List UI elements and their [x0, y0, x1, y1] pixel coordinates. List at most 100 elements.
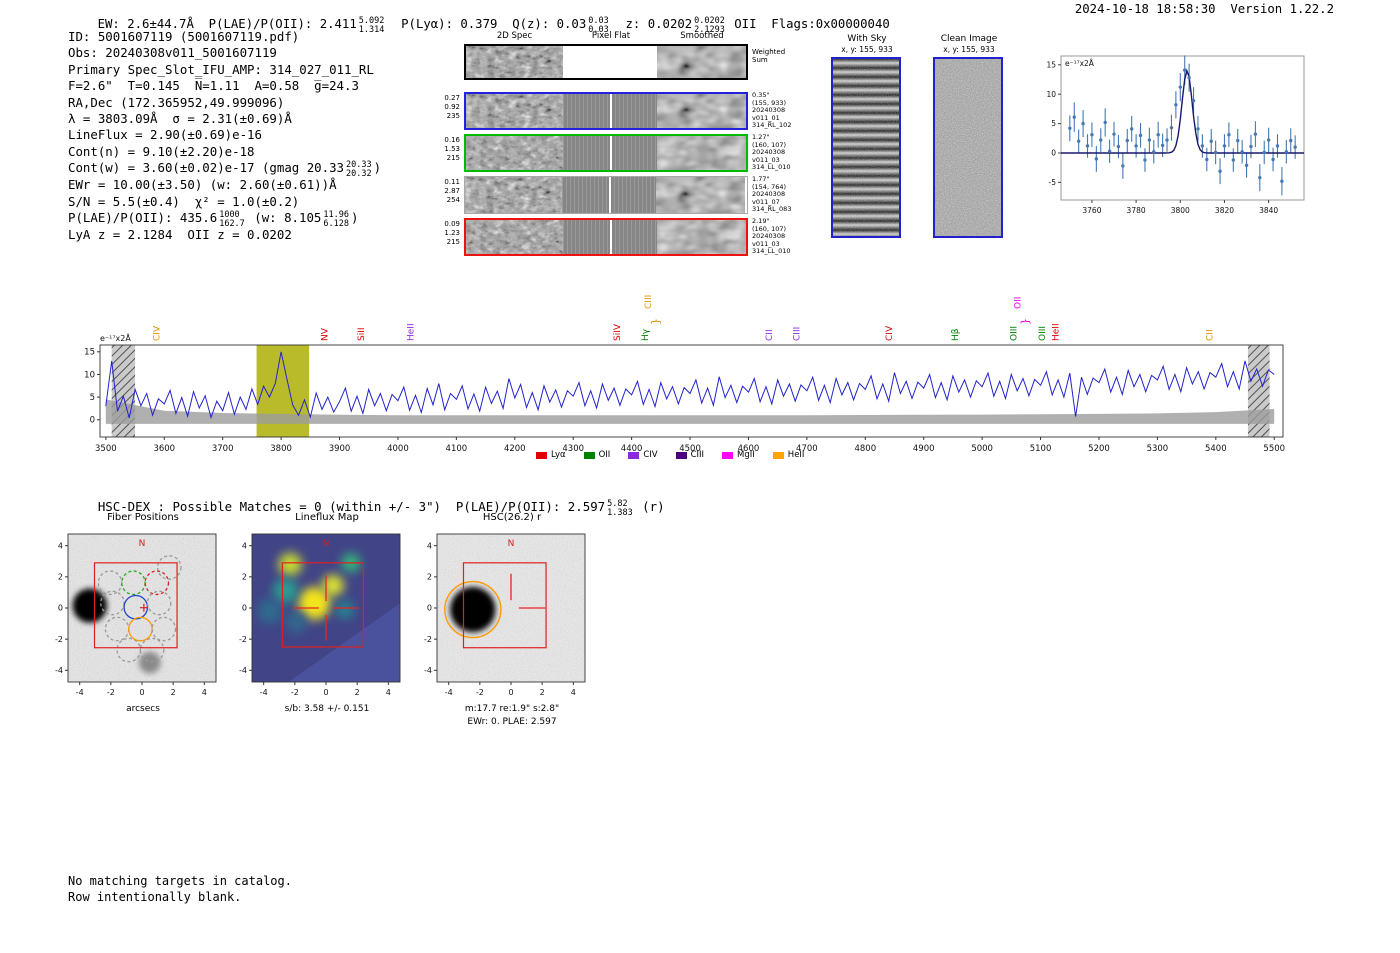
- data-point: [1271, 157, 1275, 162]
- data-point: [1147, 138, 1152, 142]
- legend-swatch: [675, 451, 687, 459]
- gmag-stack: 20.33 20.32: [346, 161, 372, 178]
- line-marker-label: NV: [320, 327, 330, 341]
- fiber-xlabel: arcsecs: [126, 704, 160, 714]
- stack-bottom: 1.383: [607, 507, 633, 518]
- fiber-pixelflat-image: [563, 136, 657, 170]
- fiber-cutout-row: [464, 176, 748, 214]
- data-point: [1152, 150, 1156, 154]
- x-tick-label: -2: [107, 688, 115, 697]
- weight-value: 0.92: [444, 103, 460, 111]
- legend-item: CIV: [628, 450, 658, 460]
- info-line-seeing: F=2.6" T=0.145 N̅=1.11 A=0.58 g̅=24.3: [68, 78, 359, 94]
- line-marker-label: Hγ: [641, 328, 651, 341]
- data-point: [1081, 121, 1085, 126]
- elixer-report-page: EW: 2.6±44.7Å P(LAE)/P(OII): 2.411 5.092 1…: [0, 0, 1400, 953]
- line-marker-label: CIV: [885, 325, 895, 341]
- info-block: ID: 5001607119 (5001607119.pdf) Obs: 202…: [68, 29, 381, 243]
- y-tick-label: 10: [84, 370, 95, 380]
- y-tick-label: -4: [424, 666, 432, 675]
- data-point: [1213, 150, 1218, 155]
- legend-swatch: [772, 451, 784, 459]
- y-tick-label: -4: [55, 666, 63, 675]
- y-tick-label: 4: [58, 541, 63, 550]
- row-weights: 0.11 2.87 254: [436, 178, 460, 205]
- flux-units-label: e⁻¹⁷x2Å: [1065, 59, 1095, 68]
- legend-label: CIII: [690, 450, 705, 460]
- hsc-image-panel: N -4 -4 -2 -2 0 0 2 2 4 4: [424, 533, 586, 697]
- x-tick-label: 3840: [1259, 206, 1278, 215]
- stack-bottom: 162.7: [219, 218, 245, 229]
- data-point: [1249, 144, 1253, 149]
- data-point: [1218, 169, 1222, 173]
- data-point: [1253, 132, 1258, 136]
- data-point: [1200, 144, 1205, 148]
- row-weights: 0.27 0.92 235: [436, 94, 460, 121]
- y-tick-label: 0: [58, 604, 63, 613]
- data-point: [1227, 133, 1231, 137]
- hsc-xlabel-2: EWr: 0. PLAE: 2.597: [467, 717, 557, 727]
- y-tick-label: 0: [90, 416, 95, 426]
- data-point: [1103, 120, 1107, 125]
- data-point: [1129, 127, 1134, 131]
- y-tick-label: 10: [1046, 90, 1056, 99]
- panel-content: [68, 534, 216, 682]
- amp-boundary-line: [610, 94, 612, 128]
- plae-r-stack: 5.82 1.383: [607, 500, 633, 517]
- x-tick-label: 4: [386, 688, 391, 697]
- y-tick-label: 2: [427, 572, 432, 581]
- fiber-cutout-row: [464, 92, 748, 130]
- lineflux-blob: [257, 598, 283, 624]
- x-tick-label: -4: [260, 688, 268, 697]
- line-marker-label: CIV: [153, 325, 163, 341]
- x-tick-label: 5100: [1030, 444, 1052, 454]
- stack-bottom: 20.32: [346, 168, 372, 179]
- lineflux-blob: [335, 600, 355, 619]
- fiber-ifu-amp: 314_RL_102: [752, 121, 792, 130]
- data-point: [1125, 138, 1129, 143]
- x-tick-label: 4000: [387, 444, 409, 454]
- x-tick-label: 3900: [329, 444, 351, 454]
- x-tick-label: 5300: [1147, 444, 1169, 454]
- stack-bottom: 6.128: [323, 218, 349, 229]
- data-point: [1187, 76, 1191, 80]
- noise-image: [935, 59, 1001, 236]
- data-point: [1236, 138, 1240, 143]
- y-tick-label: 4: [242, 541, 247, 550]
- with-sky-image: [831, 57, 901, 238]
- x-tick-label: 3500: [95, 444, 117, 454]
- clean-image: [933, 57, 1003, 238]
- noise-image: [466, 136, 563, 170]
- data-point: [1258, 175, 1262, 180]
- plae-w-stack: 11.96 6.128: [323, 211, 349, 228]
- fiber-ifu-amp: 314_RL_083: [752, 205, 792, 214]
- x-tick-label: 5400: [1205, 444, 1227, 454]
- line-marker-label: CIII: [792, 327, 802, 341]
- x-tick-label: 4900: [913, 444, 935, 454]
- fiber-pixelflat-image: [563, 94, 657, 128]
- info-line-radec: RA,Dec (172.365952,49.999096): [68, 94, 285, 110]
- x-tick-label: 5500: [1263, 444, 1285, 454]
- line-marker-label: OII: [1014, 297, 1024, 309]
- marker-brace: {: [650, 318, 663, 325]
- plae-stack: 1000 162.7: [219, 211, 245, 228]
- legend-label: Lyα: [551, 450, 566, 460]
- catalog-match-summary: HSC-DEX : Possible Matches = 0 (within +…: [68, 484, 665, 531]
- panel-content: [437, 534, 585, 682]
- lineflux-blob: [273, 578, 298, 604]
- y-tick-label: 0: [1051, 149, 1056, 158]
- x-tick-label: 4800: [854, 444, 876, 454]
- legend-item: OII: [583, 450, 610, 460]
- plae-text: (w: 8.105: [246, 210, 322, 226]
- y-tick-label: -2: [424, 635, 432, 644]
- panel-content: [252, 534, 400, 682]
- data-point: [1134, 144, 1138, 148]
- footer-notes: No matching targets in catalog. Row inte…: [68, 874, 292, 905]
- line-marker-label: SiIV: [613, 323, 623, 341]
- fiber-smoothed-image: [657, 220, 746, 254]
- fiber-annotation: 2.19" (160, 107) 20240308 v011_03 314_LL_010: [752, 217, 816, 256]
- data-point: [1275, 144, 1280, 148]
- weighted-sum-row: [464, 44, 748, 80]
- x-tick-label: -2: [476, 688, 484, 697]
- col-header-2dspec: 2D Spec: [496, 31, 533, 41]
